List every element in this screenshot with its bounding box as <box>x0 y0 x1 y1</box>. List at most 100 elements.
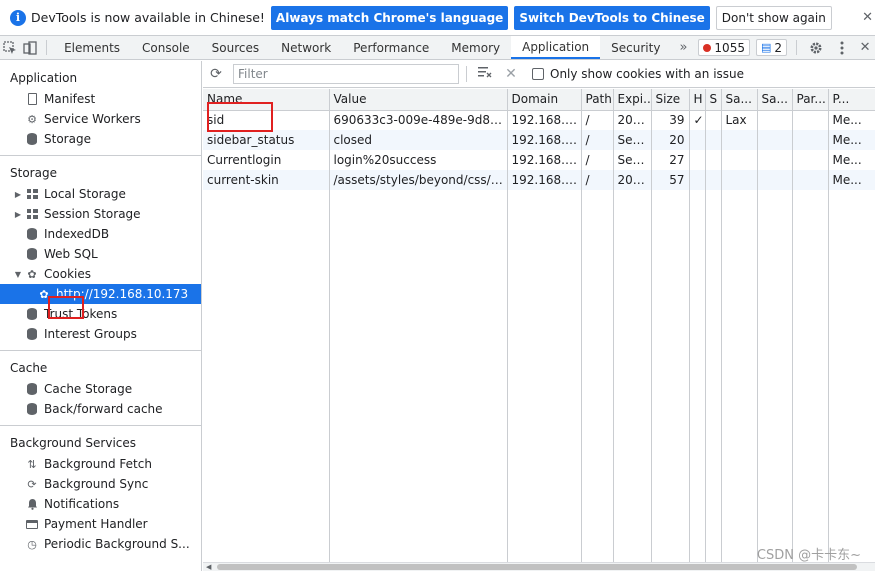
section-title: Background Services <box>10 436 137 450</box>
errors-badge[interactable]: 1055 <box>698 39 750 56</box>
scrollbar-thumb[interactable] <box>217 564 857 570</box>
table-cell: Me... <box>828 170 875 190</box>
table-cell: / <box>581 170 614 190</box>
switch-chinese-button[interactable]: Switch DevTools to Chinese <box>514 5 710 30</box>
section-title: Cache <box>10 361 48 375</box>
info-icon: i <box>10 9 26 26</box>
cookie-icon: ✿ <box>27 267 37 281</box>
tab-application[interactable]: Application <box>511 36 601 59</box>
table-cell: 192.168.1... <box>507 170 582 190</box>
clock-icon: ◷ <box>27 537 37 551</box>
column-header[interactable]: Sa... <box>721 89 758 111</box>
empty-cell <box>705 190 722 562</box>
column-header[interactable]: H <box>689 89 706 111</box>
match-language-button[interactable]: Always match Chrome's language <box>270 5 509 30</box>
table-cell <box>757 130 793 150</box>
sidebar-item-interest-groups[interactable]: Interest Groups <box>0 324 201 344</box>
table-cell: 20 <box>651 130 690 150</box>
table-cell: Me... <box>828 150 875 170</box>
grid-icon <box>24 187 40 201</box>
table-cell <box>792 130 829 150</box>
table-cell: 202... <box>613 170 652 190</box>
sidebar-item-payment-handler[interactable]: Payment Handler <box>0 514 201 534</box>
tab-memory[interactable]: Memory <box>440 36 511 59</box>
horizontal-scrollbar[interactable]: ◀ <box>203 562 875 571</box>
column-header[interactable]: Par... <box>792 89 829 111</box>
table-cell <box>721 170 758 190</box>
collapse-arrow-icon[interactable]: ▼ <box>12 270 24 279</box>
sidebar-item-storage[interactable]: Storage <box>0 129 201 149</box>
gear-icon[interactable] <box>803 36 829 59</box>
expand-arrow-icon[interactable]: ▶ <box>12 210 24 219</box>
empty-cell <box>581 190 614 562</box>
sidebar-item-cookie-origin[interactable]: ✿ http://192.168.10.173 <box>0 284 201 304</box>
scroll-left-icon[interactable]: ◀ <box>206 563 211 571</box>
table-cell <box>705 130 722 150</box>
sidebar-item-service-workers[interactable]: ⚙ Service Workers <box>0 109 201 129</box>
close-devtools-icon[interactable]: ✕ <box>855 36 875 59</box>
gear-icon: ⚙ <box>27 112 37 126</box>
more-tabs-icon[interactable]: » <box>671 36 695 59</box>
inspect-element-icon[interactable] <box>0 36 20 59</box>
cookies-toolbar: ⟳ ✕ Only show cookies with an issue <box>203 61 875 88</box>
database-icon <box>24 247 40 261</box>
table-row[interactable]: sidebar_status closed 192.168.1... / Ses... 2… <box>203 130 875 150</box>
column-header[interactable]: S <box>705 89 722 111</box>
sidebar-item-indexeddb[interactable]: IndexedDB <box>0 224 201 244</box>
clear-all-icon[interactable]: ✕ <box>500 66 522 82</box>
empty-cell <box>203 190 330 562</box>
sidebar-item-web-sql[interactable]: Web SQL <box>0 244 201 264</box>
file-icon <box>24 92 40 106</box>
table-cell: 39 <box>651 110 690 130</box>
message-icon: ▤ <box>760 41 772 54</box>
column-header[interactable]: P... <box>828 89 875 111</box>
column-header[interactable]: Expi... <box>613 89 652 111</box>
tab-elements[interactable]: Elements <box>53 36 131 59</box>
table-cell: login%20success <box>329 150 508 170</box>
table-cell: 192.168.1... <box>507 150 582 170</box>
table-cell: /assets/styles/beyond/css/ski... <box>329 170 508 190</box>
table-row[interactable]: Currentlogin login%20success 192.168.1... /… <box>203 150 875 170</box>
clear-filtered-icon[interactable] <box>474 66 496 82</box>
column-header[interactable]: Value <box>329 89 508 111</box>
sidebar-item-back-forward-cache[interactable]: Back/forward cache <box>0 399 201 419</box>
sidebar-item-background-fetch[interactable]: ⇅ Background Fetch <box>0 454 201 474</box>
sidebar-item-manifest[interactable]: Manifest <box>0 89 201 109</box>
column-header[interactable]: Path <box>581 89 614 111</box>
sidebar-item-cookies[interactable]: ▼ ✿ Cookies <box>0 264 201 284</box>
sidebar-item-cache-storage[interactable]: Cache Storage <box>0 379 201 399</box>
kebab-menu-icon[interactable] <box>829 36 855 59</box>
device-toolbar-icon[interactable] <box>20 36 40 59</box>
sync-icon: ⟳ <box>27 477 37 491</box>
expand-arrow-icon[interactable]: ▶ <box>12 190 24 199</box>
table-cell <box>757 110 793 130</box>
sidebar-item-session-storage[interactable]: ▶ Session Storage <box>0 204 201 224</box>
table-row[interactable]: sid 690633c3-009e-489e-9d85-e... 192.168.1… <box>203 110 875 130</box>
column-header[interactable]: Sa... <box>757 89 793 111</box>
table-cell: Currentlogin <box>203 150 330 170</box>
messages-badge[interactable]: ▤ 2 <box>755 39 788 56</box>
table-row[interactable]: current-skin/assets/styles/beyond/css/sk… <box>203 170 875 190</box>
sidebar-item-local-storage[interactable]: ▶ Local Storage <box>0 184 201 204</box>
sidebar-item-trust-tokens[interactable]: Trust Tokens <box>0 304 201 324</box>
tab-performance[interactable]: Performance <box>342 36 440 59</box>
sidebar-item-background-sync[interactable]: ⟳ Background Sync <box>0 474 201 494</box>
sidebar-item-notifications[interactable]: Notifications <box>0 494 201 514</box>
column-header[interactable]: Domain <box>507 89 582 111</box>
table-cell: ✓ <box>689 110 706 130</box>
refresh-icon[interactable]: ⟳ <box>203 66 229 82</box>
tab-security[interactable]: Security <box>600 36 671 59</box>
card-icon <box>24 517 40 531</box>
sidebar-item-periodic-background-sync[interactable]: ◷ Periodic Background S... <box>0 534 201 554</box>
tab-sources[interactable]: Sources <box>201 36 270 59</box>
tab-console[interactable]: Console <box>131 36 201 59</box>
column-header[interactable]: Size <box>651 89 690 111</box>
close-icon[interactable]: ✕ <box>862 10 873 25</box>
dont-show-again-button[interactable]: Don't show again <box>715 5 832 30</box>
tab-network[interactable]: Network <box>270 36 342 59</box>
table-cell <box>792 150 829 170</box>
filter-input[interactable] <box>233 64 459 84</box>
only-issue-checkbox[interactable] <box>532 68 544 80</box>
empty-cell <box>689 190 706 562</box>
table-cell: 202... <box>613 110 652 130</box>
